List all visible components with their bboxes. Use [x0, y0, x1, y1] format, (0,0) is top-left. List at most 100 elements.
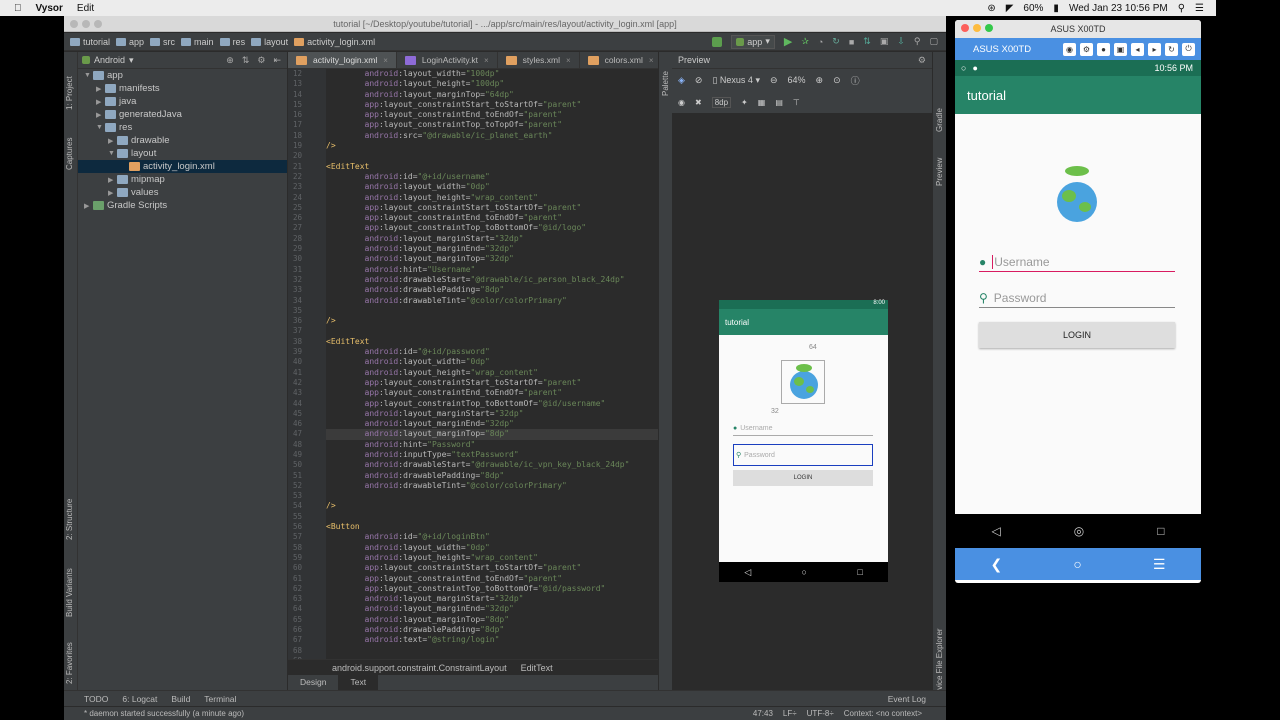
tree-item[interactable]: ▼ res [78, 121, 287, 134]
tree-item[interactable]: ▶ mipmap [78, 173, 287, 186]
code-line[interactable]: app:layout_constraintTop_toBottomOf="@id… [326, 399, 658, 409]
chevron-down-icon[interactable]: ▼ [108, 150, 117, 157]
bluetooth-icon[interactable]: ⊛ [987, 3, 995, 14]
stop-icon[interactable]: ■ [849, 37, 854, 47]
zoom-out-icon[interactable]: ⊖ [770, 75, 778, 86]
tree-item[interactable]: ▶ drawable [78, 134, 287, 147]
code-line[interactable]: app:layout_constraintStart_toStartOf="pa… [326, 378, 658, 388]
code-area[interactable]: android:layout_width="100dp" android:lay… [326, 69, 658, 659]
code-line[interactable]: app:layout_constraintEnd_toEndOf="parent… [326, 110, 658, 120]
code-line[interactable]: /> [326, 501, 658, 511]
search-icon[interactable]: ⚲ [1178, 3, 1185, 14]
chevron-right-icon[interactable]: ▶ [84, 202, 93, 210]
code-line[interactable]: android:layout_width="100dp" [326, 69, 658, 79]
code-line[interactable] [326, 306, 658, 316]
code-line[interactable]: /> [326, 316, 658, 326]
hammer-icon[interactable] [712, 36, 723, 47]
project-tool-tab[interactable]: 1: Project [65, 76, 74, 110]
close-button[interactable] [70, 20, 78, 28]
debug-icon[interactable]: ✰ [801, 36, 809, 47]
breadcrumb-item[interactable]: activity_login.xml [294, 37, 375, 47]
close-tab-icon[interactable]: × [484, 56, 489, 65]
login-button[interactable]: LOGIN [979, 322, 1175, 348]
breadcrumb-item[interactable]: main [181, 37, 214, 47]
chevron-down-icon[interactable]: ▼ [84, 72, 93, 79]
captures-tool-tab[interactable]: Captures [65, 138, 74, 170]
chevron-right-icon[interactable]: ▶ [108, 189, 117, 197]
warning-icon[interactable]: ⓘ [851, 74, 860, 87]
app-menu[interactable]: Vysor [36, 3, 63, 14]
chevron-right-icon[interactable]: ▶ [108, 176, 117, 184]
guidelines-icon[interactable]: ⊤ [793, 98, 800, 107]
chevron-down-icon[interactable]: ▾ [129, 55, 134, 66]
tree-item[interactable]: activity_login.xml [78, 160, 287, 173]
autoconnect-icon[interactable]: ✖ [695, 98, 702, 107]
tab-design[interactable]: Design [288, 675, 338, 690]
breadcrumb-item[interactable]: tutorial [70, 37, 110, 47]
code-line[interactable]: app:layout_constraintTop_toBottomOf="@id… [326, 584, 658, 594]
crumb-edittext[interactable]: EditText [521, 663, 553, 673]
search-everywhere-icon[interactable]: ⚲ [914, 36, 921, 47]
default-margin[interactable]: 8dp [711, 96, 732, 108]
code-line[interactable]: app:layout_constraintStart_toStartOf="pa… [326, 100, 658, 110]
code-line[interactable]: <EditText [326, 337, 658, 347]
datetime[interactable]: Wed Jan 23 10:56 PM [1069, 3, 1168, 14]
code-line[interactable]: android:hint="Password" [326, 440, 658, 450]
chevron-right-icon[interactable]: ▶ [96, 85, 105, 93]
code-line[interactable]: <Button [326, 522, 658, 532]
align-icon[interactable]: ▤ [775, 98, 783, 107]
close-tab-icon[interactable]: × [383, 56, 388, 65]
gradle-tool-tab[interactable]: Gradle [935, 108, 944, 132]
code-line[interactable]: app:layout_constraintStart_toStartOf="pa… [326, 203, 658, 213]
code-line[interactable]: android:layout_marginStart="32dp" [326, 409, 658, 419]
home-icon[interactable]: ○ [802, 567, 807, 577]
volume-up-icon[interactable]: ▸ [1148, 42, 1161, 56]
camera-icon[interactable]: ▣ [1114, 42, 1127, 56]
magic-icon[interactable]: ✦ [741, 98, 748, 107]
code-line[interactable]: android:layout_marginStart="32dp" [326, 234, 658, 244]
vysor-menu-icon[interactable]: ☰ [1153, 556, 1166, 573]
code-line[interactable]: android:inputType="textPassword" [326, 450, 658, 460]
code-line[interactable]: <EditText [326, 162, 658, 172]
zoom-button[interactable] [94, 20, 102, 28]
profile-icon[interactable]: ◔ [818, 37, 823, 47]
palette-tool-tab[interactable]: Palette [661, 71, 670, 96]
preview-tool-tab[interactable]: Preview [935, 158, 944, 186]
code-line[interactable]: android:layout_width="0dp" [326, 182, 658, 192]
mock-login-button[interactable]: LOGIN [733, 470, 873, 486]
tree-item[interactable]: ▼ app [78, 69, 287, 82]
chevron-right-icon[interactable]: ▶ [108, 137, 117, 145]
code-line[interactable]: android:layout_height="wrap_content" [326, 193, 658, 203]
code-line[interactable]: android:drawableStart="@drawable/ic_pers… [326, 275, 658, 285]
editor-tab[interactable]: activity_login.xml × [288, 52, 397, 68]
favorites-tool-tab[interactable]: 2: Favorites [65, 642, 74, 684]
code-line[interactable] [326, 646, 658, 656]
breadcrumb-item[interactable]: res [219, 37, 245, 47]
zoom-in-icon[interactable]: ⊕ [816, 75, 824, 86]
code-line[interactable]: android:layout_marginStart="32dp" [326, 594, 658, 604]
code-line[interactable]: android:layout_marginTop="8dp" [326, 615, 658, 625]
recents-icon[interactable]: □ [857, 567, 862, 577]
run-config-select[interactable]: app ▾ [731, 34, 775, 49]
device-select[interactable]: ▯ Nexus 4 ▾ [712, 75, 760, 86]
tree-item[interactable]: ▶ generatedJava [78, 108, 287, 121]
gear-icon[interactable]: ⚙ [918, 55, 932, 66]
collapse-icon[interactable]: ⇅ [242, 55, 250, 66]
code-line[interactable] [326, 326, 658, 336]
code-line[interactable]: android:layout_width="0dp" [326, 543, 658, 553]
code-line[interactable]: android:layout_marginTop="64dp" [326, 90, 658, 100]
minimize-button[interactable] [82, 20, 90, 28]
layout-inspector-icon[interactable]: ▢ [929, 36, 938, 47]
tree-item[interactable]: ▶ manifests [78, 82, 287, 95]
sdk-manager-icon[interactable]: ⇩ [897, 36, 905, 47]
vysor-back-icon[interactable]: ❮ [991, 556, 1003, 573]
code-line[interactable]: /> [326, 141, 658, 151]
code-line[interactable] [326, 512, 658, 522]
caret-position[interactable]: 47:43 [753, 709, 773, 718]
battery-percent[interactable]: 60% [1023, 3, 1043, 14]
gear-icon[interactable]: ⚙ [257, 55, 265, 66]
eye-icon[interactable]: ◉ [678, 98, 685, 107]
code-line[interactable]: app:layout_constraintEnd_toEndOf="parent… [326, 574, 658, 584]
menu-list-icon[interactable]: ☰ [1195, 3, 1204, 14]
username-field[interactable]: ● Username [979, 252, 1175, 272]
